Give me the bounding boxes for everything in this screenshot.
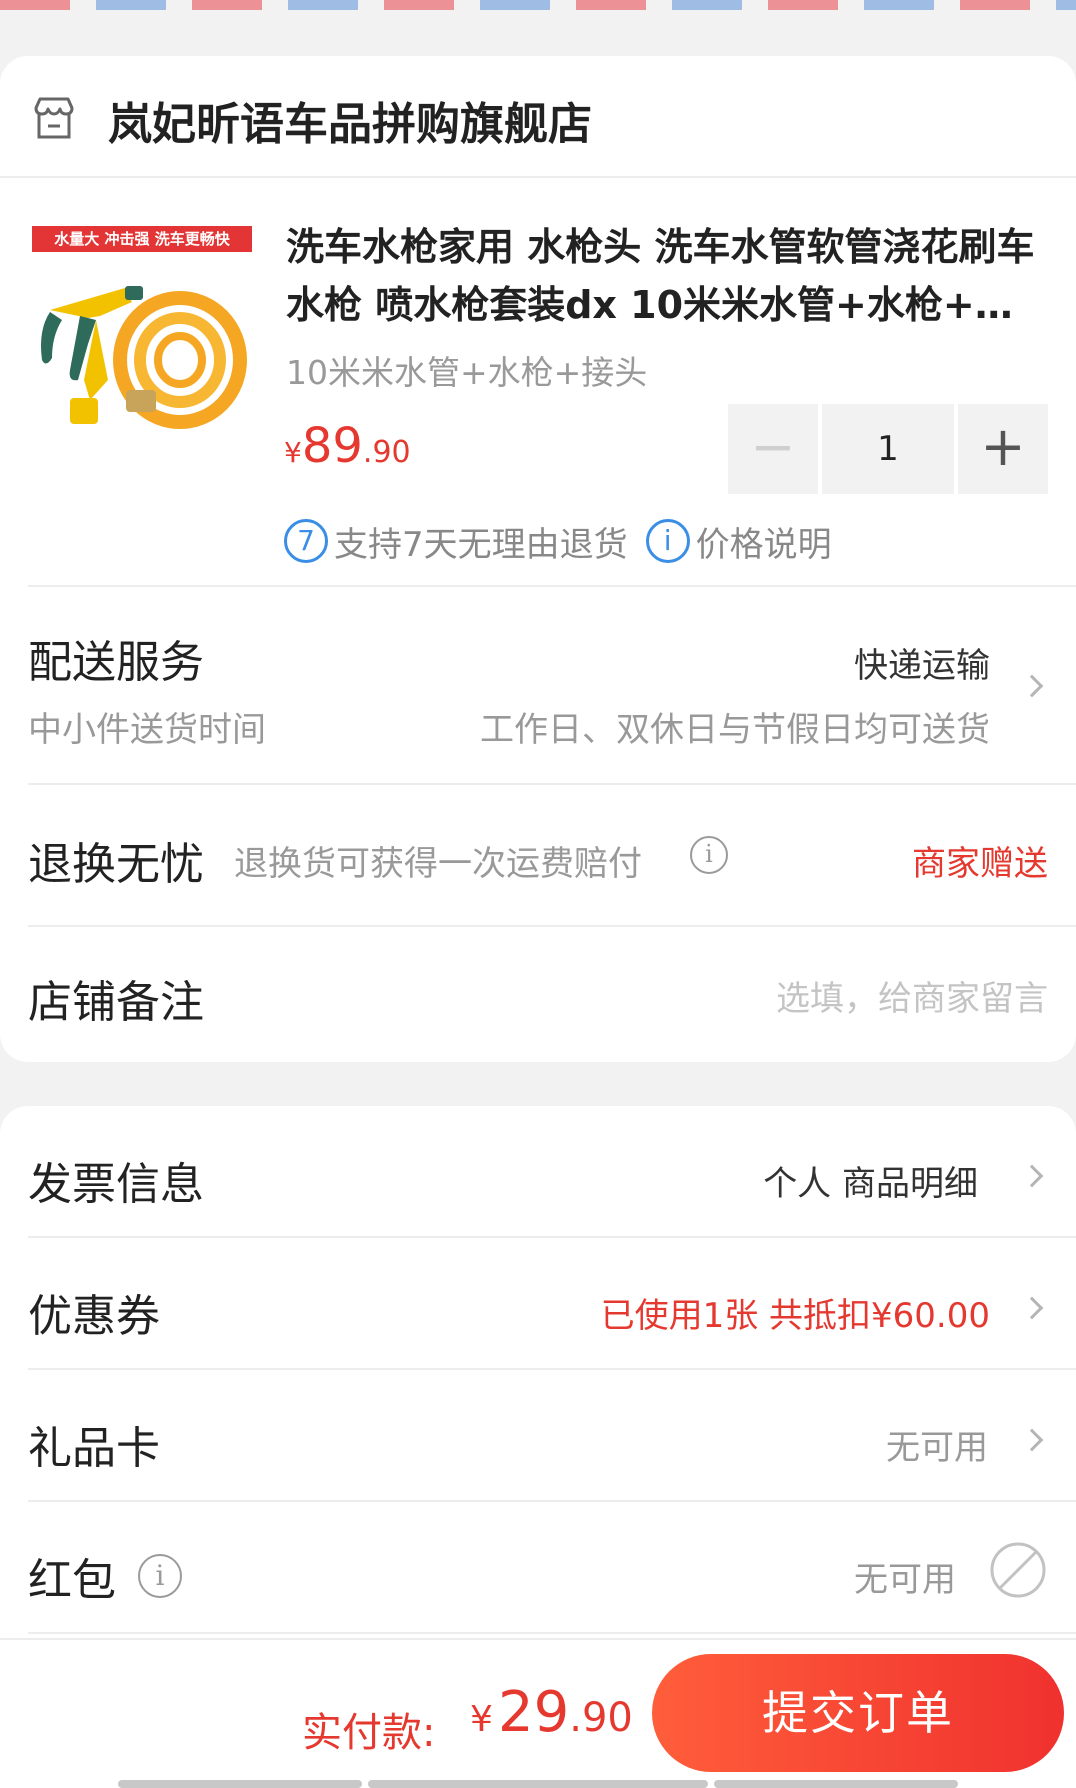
coupon-value: 已使用1张 共抵扣¥60.00	[600, 1296, 990, 1336]
seven-day-return-icon: 7	[284, 519, 328, 563]
price-explanation-text: 价格说明	[695, 524, 832, 565]
invoice-value: 个人 商品明细	[763, 1164, 978, 1204]
service-guarantees[interactable]: 7 支持7天无理由退货 i 价格说明	[284, 516, 832, 566]
product-title[interactable]: 洗车水枪家用 水枪头 洗车水管软管浇花刷车水枪 喷水枪套装dx 10米米水管+水…	[286, 218, 1046, 334]
payment-options-card: 发票信息 个人 商品明细 优惠券 已使用1张 共抵扣¥60.00 礼品卡 无可用…	[0, 1106, 1076, 1726]
divider	[28, 783, 1076, 785]
divider	[28, 1632, 1076, 1634]
delivery-time-value: 工作日、双休日与节假日均可送货	[480, 710, 990, 750]
pay-currency: ¥	[470, 1699, 493, 1740]
divider	[28, 1236, 1076, 1238]
shop-name: 岚妃昕语车品拼购旗舰店	[108, 99, 592, 150]
shop-remark-input[interactable]	[600, 972, 1048, 1026]
home-indicator-segment	[714, 1780, 958, 1788]
water-gun-hose-illustration	[41, 286, 247, 429]
gift-card-title: 礼品卡	[28, 1423, 160, 1474]
product-spec: 10米米水管+水枪+接头	[286, 353, 648, 392]
info-icon[interactable]: i	[690, 836, 728, 874]
return-worry-free-value: 商家赠送	[912, 844, 1048, 884]
chevron-right-icon	[1020, 674, 1044, 698]
divider	[28, 585, 1076, 587]
coupon-title: 优惠券	[28, 1291, 160, 1342]
home-indicator-segment	[368, 1780, 708, 1788]
quantity-stepper: − 1 +	[728, 404, 1050, 494]
address-envelope-strip	[0, 0, 1076, 10]
pay-amount: ¥ 29.90	[470, 1680, 633, 1745]
red-packet-title: 红包	[28, 1555, 116, 1606]
divider	[28, 1500, 1076, 1502]
pay-label: 实付款:	[302, 1710, 436, 1756]
submit-order-button[interactable]: 提交订单	[652, 1654, 1064, 1772]
delivery-time-label: 中小件送货时间	[28, 710, 266, 750]
seven-day-return-text: 支持7天无理由退货	[334, 524, 628, 565]
pay-integer: 29	[498, 1680, 570, 1745]
return-worry-free-title: 退换无忧	[28, 839, 204, 890]
home-indicator-segment	[118, 1780, 362, 1788]
chevron-right-icon	[1020, 1428, 1044, 1452]
delivery-method: 快递运输	[854, 646, 990, 686]
shop-remark-title: 店铺备注	[28, 977, 204, 1028]
quantity-plus-button[interactable]: +	[958, 404, 1048, 494]
price-integer: 89	[301, 418, 363, 474]
product-price: ¥89.90	[284, 418, 411, 474]
product-image[interactable]: 水量大 冲击强 洗车更畅快	[30, 220, 254, 444]
gift-card-value: 无可用	[886, 1428, 988, 1468]
checkout-bar: 实付款: ¥ 29.90 提交订单	[0, 1638, 1076, 1788]
shop-order-card: 岚妃昕语车品拼购旗舰店 水量大 冲击强 洗车更畅快 洗车水枪家用 水枪头 洗车水…	[0, 56, 1076, 1062]
info-icon[interactable]: i	[138, 1554, 182, 1598]
chevron-right-icon	[1020, 1296, 1044, 1320]
divider	[28, 925, 1076, 927]
chevron-right-icon	[1020, 1164, 1044, 1188]
store-icon	[34, 97, 74, 139]
price-decimal: .90	[362, 435, 411, 470]
quantity-value[interactable]: 1	[822, 404, 954, 494]
disabled-icon	[990, 1542, 1046, 1598]
shop-header[interactable]: 岚妃昕语车品拼购旗舰店	[0, 56, 1076, 178]
return-worry-free-desc: 退换货可获得一次运费赔付	[234, 844, 642, 884]
quantity-minus-button[interactable]: −	[728, 404, 818, 494]
pay-decimal: .90	[569, 1695, 633, 1741]
red-packet-value: 无可用	[854, 1560, 956, 1600]
divider	[28, 1368, 1076, 1370]
invoice-title: 发票信息	[28, 1159, 204, 1210]
product-image-banner: 水量大 冲击强 洗车更畅快	[32, 226, 252, 252]
delivery-service-title: 配送服务	[28, 637, 204, 688]
price-currency: ¥	[284, 436, 302, 469]
price-info-icon: i	[645, 519, 690, 563]
